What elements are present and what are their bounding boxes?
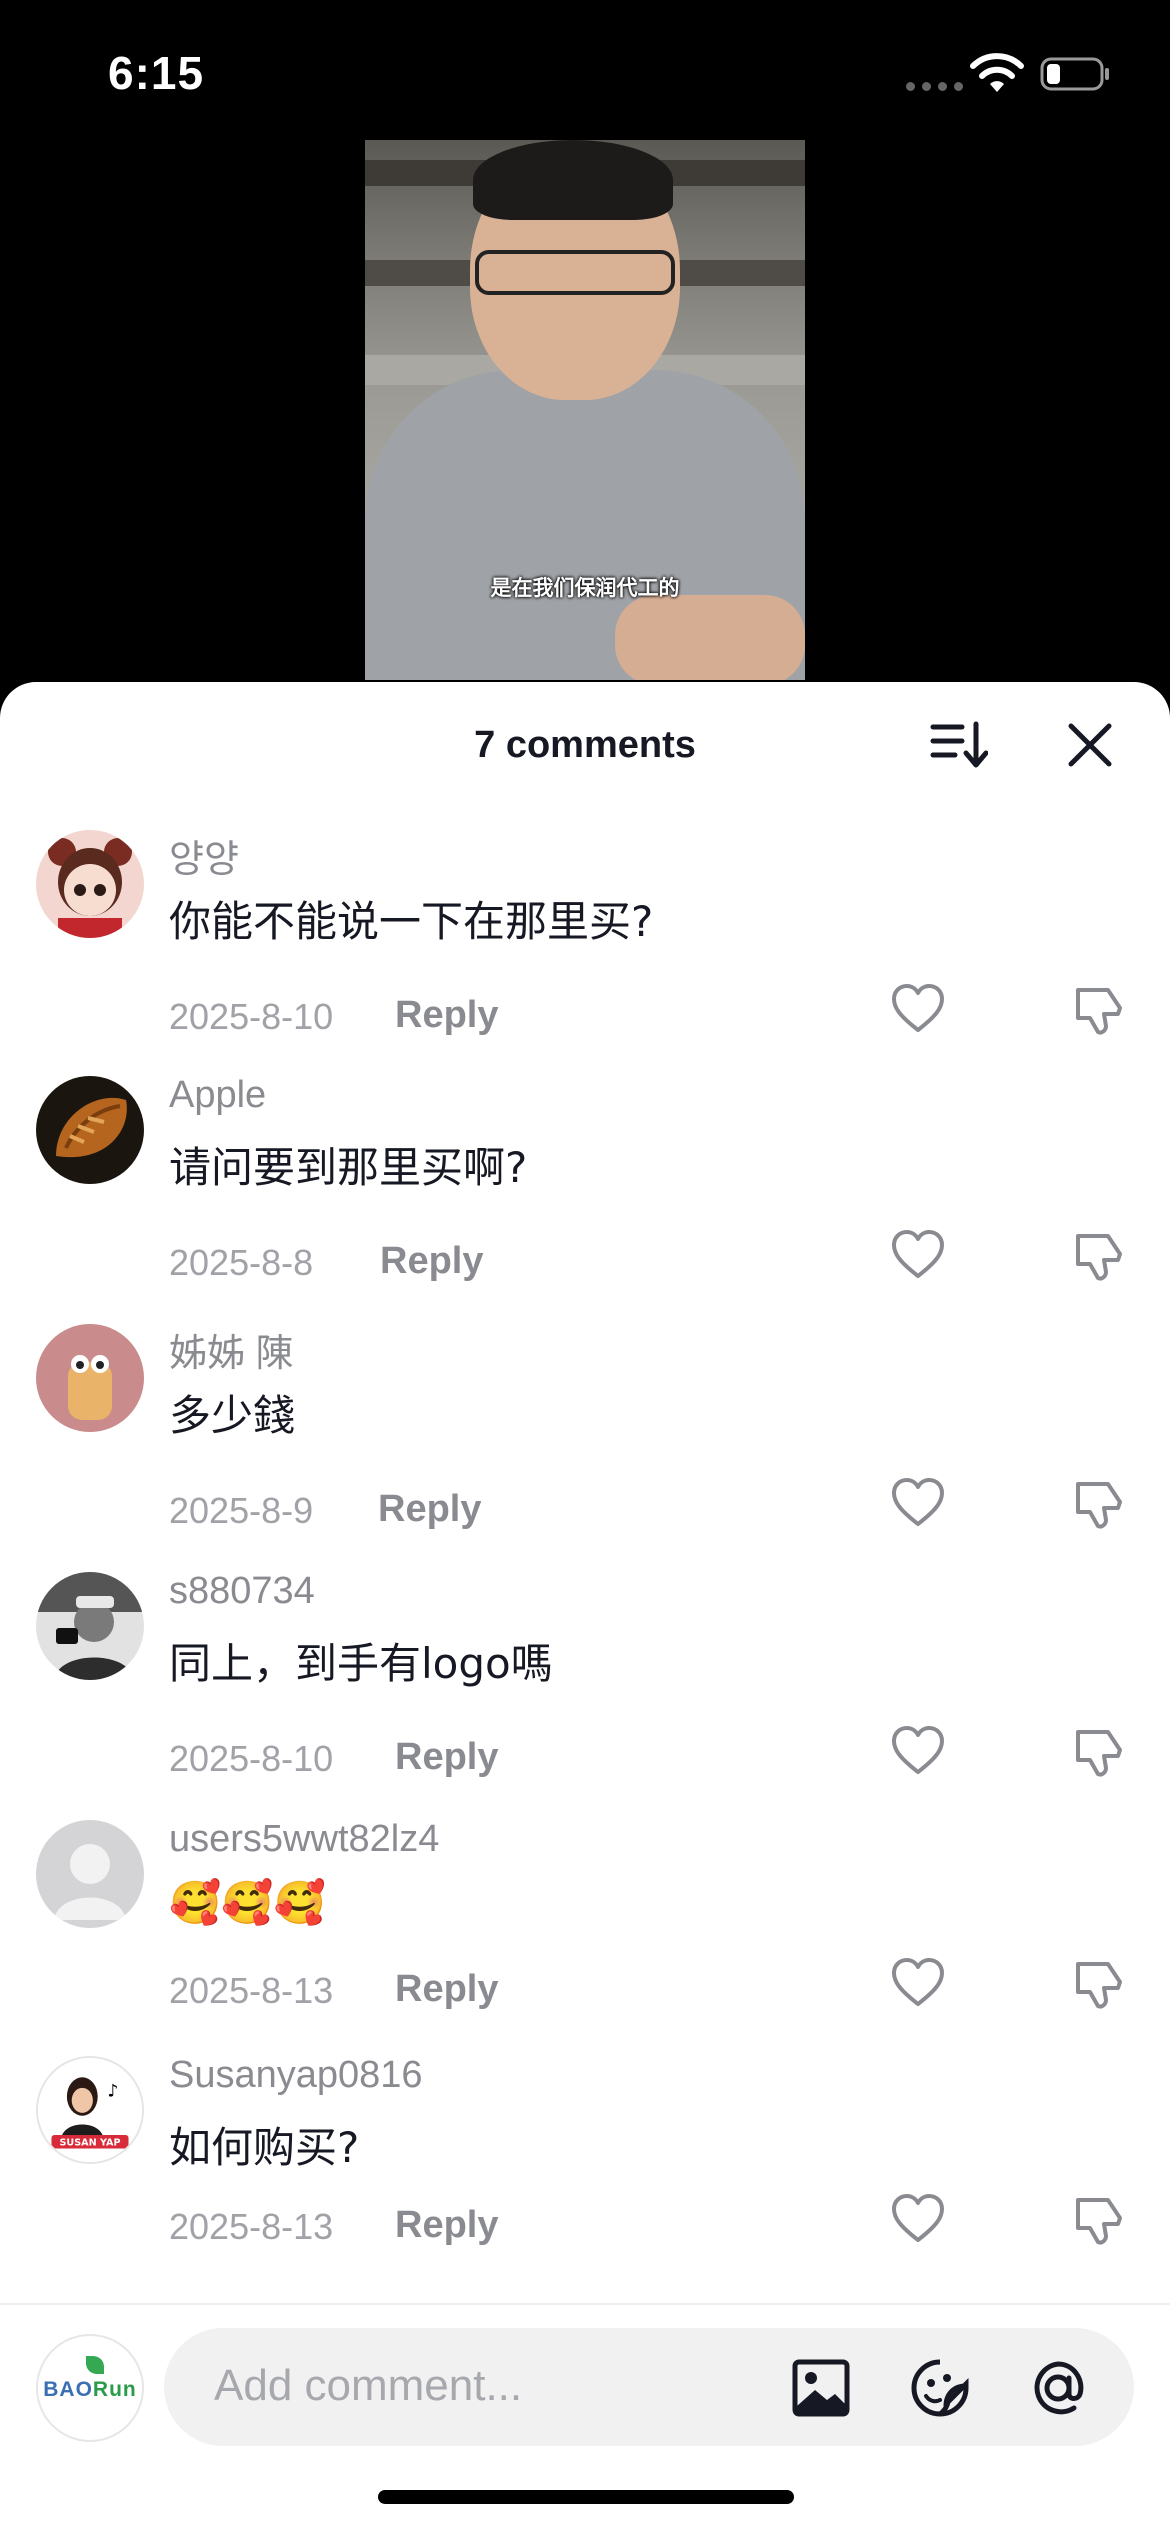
comment-username[interactable]: Apple	[169, 1074, 266, 1117]
image-icon[interactable]	[789, 2356, 853, 2420]
reply-button[interactable]: Reply	[395, 1968, 498, 2011]
comments-sheet: 7 comments 양양 你能不能说一下在那里买? 2025-8-10 Rep…	[0, 682, 1170, 2532]
footer-divider	[0, 2303, 1170, 2305]
heart-icon[interactable]	[888, 1722, 948, 1782]
logo-leaf-icon	[86, 2356, 104, 2374]
avatar[interactable]	[36, 1820, 144, 1928]
comment-item: 姊姊 陳 多少錢 2025-8-9 Reply	[0, 1324, 1170, 1574]
reply-button[interactable]: Reply	[395, 1736, 498, 1779]
heart-icon[interactable]	[888, 1474, 948, 1534]
heart-icon[interactable]	[888, 2190, 948, 2250]
emoji-icon[interactable]	[908, 2356, 972, 2420]
dislike-icon[interactable]	[1068, 1474, 1128, 1534]
wifi-icon	[970, 53, 1024, 92]
comments-header: 7 comments	[0, 682, 1170, 806]
comment-date: 2025-8-13	[169, 2206, 334, 2247]
comment-date: 2025-8-13	[169, 1970, 334, 2011]
battery-icon	[1040, 57, 1109, 91]
comment-text: 如何购买?	[169, 2123, 360, 2172]
comment-item: ♪ SUSAN YAP Susanyap0816 如何购买? 2025-8-13…	[0, 2054, 1170, 2306]
avatar[interactable]	[36, 830, 144, 938]
heart-icon[interactable]	[888, 1226, 948, 1286]
comment-username[interactable]: users5wwt82lz4	[169, 1818, 439, 1861]
comment-date: 2025-8-9	[169, 1490, 314, 1531]
cellular-signal-icon	[906, 82, 963, 91]
comment-text: 多少錢	[169, 1391, 296, 1440]
comment-username[interactable]: 양양	[169, 828, 239, 883]
dislike-icon[interactable]	[1068, 1722, 1128, 1782]
home-indicator	[378, 2490, 794, 2504]
avatar-logo-text: BAORun	[43, 2378, 137, 2401]
add-comment-field[interactable]	[164, 2328, 1134, 2446]
comment-date: 2025-8-10	[169, 1738, 334, 1779]
avatar[interactable]	[36, 1572, 144, 1680]
video-person-glasses	[475, 250, 675, 295]
svg-text:SUSAN YAP: SUSAN YAP	[60, 2138, 121, 2149]
dislike-icon[interactable]	[1068, 980, 1128, 1040]
comment-item: 양양 你能不能说一下在那里买? 2025-8-10 Reply	[0, 830, 1170, 1080]
comment-input[interactable]	[214, 2356, 774, 2416]
status-time: 6:15	[108, 47, 205, 99]
comment-username[interactable]: 姊姊 陳	[169, 1322, 294, 1377]
comment-text: 请问要到那里买啊?	[169, 1143, 528, 1192]
close-icon[interactable]	[1065, 720, 1115, 770]
dislike-icon[interactable]	[1068, 1226, 1128, 1286]
heart-icon[interactable]	[888, 980, 948, 1040]
mention-icon[interactable]	[1026, 2356, 1090, 2420]
status-bar: 6:15	[0, 0, 1170, 140]
avatar[interactable]	[36, 1076, 144, 1184]
heart-icon[interactable]	[888, 1954, 948, 2014]
comment-text: 同上，到手有logo嗎	[169, 1639, 553, 1688]
comment-username[interactable]: Susanyap0816	[169, 2054, 423, 2097]
video-person-hair	[473, 140, 673, 220]
dislike-icon[interactable]	[1068, 2190, 1128, 2250]
sort-icon[interactable]	[930, 720, 988, 770]
comment-item: users5wwt82lz4 🥰🥰🥰 2025-8-13 Reply	[0, 1818, 1170, 2070]
comment-date: 2025-8-8	[169, 1242, 314, 1283]
avatar[interactable]	[36, 1324, 144, 1432]
comment-text: 你能不能说一下在那里买?	[169, 897, 654, 946]
reply-button[interactable]: Reply	[380, 1240, 483, 1283]
dislike-icon[interactable]	[1068, 1954, 1128, 2014]
reply-button[interactable]: Reply	[395, 2204, 498, 2247]
svg-text:♪: ♪	[107, 2082, 118, 2102]
reply-button[interactable]: Reply	[395, 994, 498, 1037]
reply-button[interactable]: Reply	[378, 1488, 481, 1531]
avatar[interactable]: ♪ SUSAN YAP	[36, 2056, 144, 2164]
comment-username[interactable]: s880734	[169, 1570, 315, 1613]
comments-count-title: 7 comments	[474, 724, 696, 766]
comment-text: 🥰🥰🥰	[169, 1878, 326, 1927]
comment-item: s880734 同上，到手有logo嗎 2025-8-10 Reply	[0, 1570, 1170, 1822]
video-player[interactable]: 是在我们保润代工的	[365, 140, 805, 680]
video-caption: 是在我们保润代工的	[490, 576, 680, 600]
my-avatar[interactable]: BAORun	[36, 2334, 144, 2442]
comment-item: Apple 请问要到那里买啊? 2025-8-8 Reply	[0, 1074, 1170, 1326]
comment-date: 2025-8-10	[169, 996, 334, 1037]
video-person-hand	[615, 595, 805, 680]
